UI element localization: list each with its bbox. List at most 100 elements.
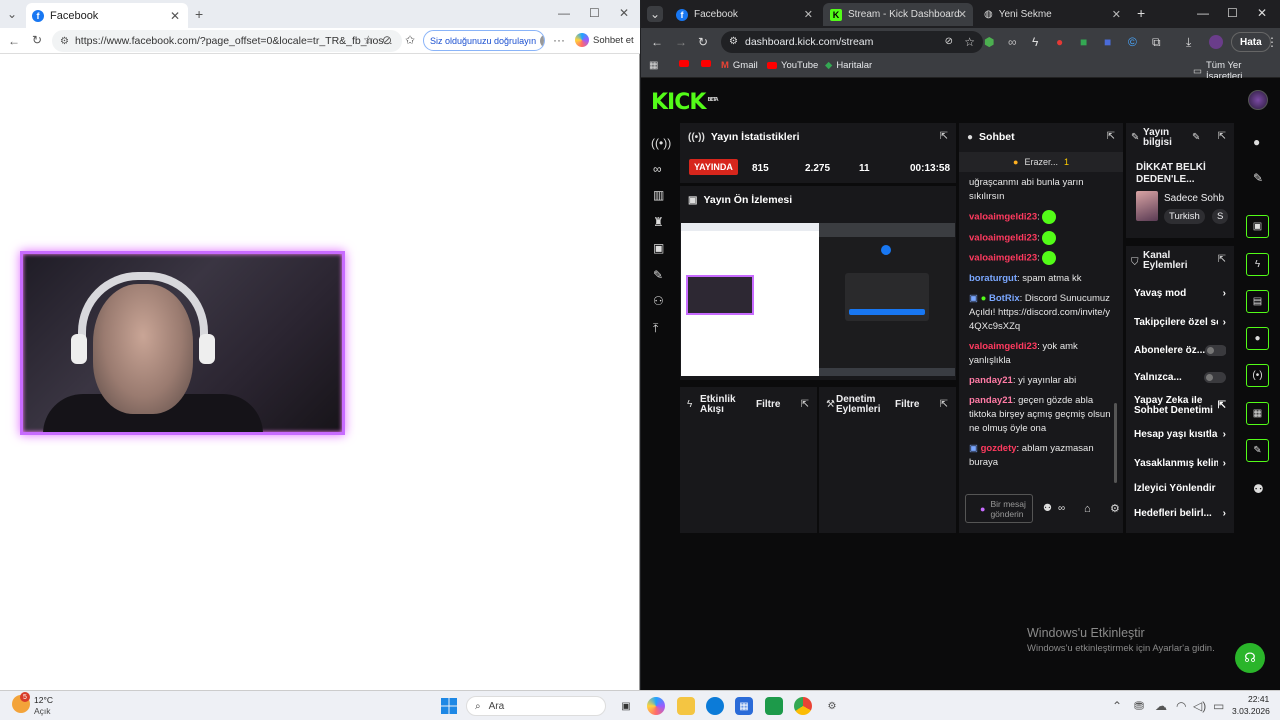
- bookmark-yt-1[interactable]: [679, 60, 689, 67]
- close-tab-icon[interactable]: ✕: [170, 9, 180, 23]
- tray-overflow-icon[interactable]: ⌃: [1112, 699, 1122, 713]
- clock-date[interactable]: 3.03.2026: [1232, 706, 1270, 716]
- taskbar-search[interactable]: ⌕ Ara: [466, 696, 606, 716]
- minimize-icon[interactable]: —: [558, 6, 570, 20]
- address-bar[interactable]: ⚙ https://www.facebook.com/?page_offset=…: [52, 30, 402, 52]
- extension-c-icon[interactable]: ©: [1128, 35, 1137, 49]
- extension-shield-icon[interactable]: ⬢: [984, 35, 994, 49]
- more-icon[interactable]: ···: [553, 33, 565, 47]
- trophy-icon[interactable]: ♜: [653, 215, 664, 229]
- address-bar[interactable]: ⚙ dashboard.kick.com/stream ⊘ ☆: [721, 31, 983, 53]
- back-icon[interactable]: ←: [8, 34, 20, 48]
- store-icon[interactable]: ▦: [735, 697, 753, 715]
- forward-icon[interactable]: →: [675, 35, 687, 49]
- popout-icon[interactable]: ⇱: [1107, 131, 1115, 142]
- tab-facebook[interactable]: f Facebook ✕: [669, 3, 819, 26]
- tab-kick-dashboard[interactable]: K Stream - Kick Dashboard ✕: [823, 3, 973, 26]
- activity-toggle-button[interactable]: ϟ: [1246, 253, 1269, 276]
- new-tab-icon[interactable]: +: [1137, 5, 1145, 21]
- wrench-icon[interactable]: ✎: [653, 268, 663, 282]
- popout-icon[interactable]: ⇱: [801, 399, 809, 410]
- chat-username[interactable]: BotRix: [989, 293, 1020, 304]
- extension-glasses-icon[interactable]: ∞: [1008, 35, 1017, 49]
- battery-icon[interactable]: ▭: [1213, 699, 1224, 713]
- extension-red-icon[interactable]: ●: [1056, 35, 1063, 49]
- popout-icon[interactable]: ⇱: [940, 399, 948, 410]
- analytics-icon[interactable]: ▥: [653, 188, 664, 202]
- link-icon[interactable]: ∞: [653, 162, 662, 176]
- error-button[interactable]: Hata: [1231, 32, 1271, 52]
- users-icon[interactable]: ⚇: [653, 294, 664, 308]
- favorites-icon[interactable]: ✩: [405, 33, 415, 47]
- set-goals-row[interactable]: Hedefleri belirl... ›: [1134, 508, 1226, 519]
- chrome-icon[interactable]: [794, 697, 812, 715]
- filter-button[interactable]: Filtre: [895, 399, 919, 410]
- verify-identity-button[interactable]: Siz olduğunuzu doğrulayın: [423, 30, 545, 51]
- link-icon[interactable]: ∞: [1058, 503, 1065, 514]
- tracking-icon[interactable]: ⊘: [382, 33, 392, 47]
- chat-username[interactable]: gozdety: [981, 443, 1017, 454]
- chat-username[interactable]: valoaimgeldi23: [969, 232, 1037, 243]
- popout-icon[interactable]: ⇱: [1218, 254, 1226, 265]
- start-button[interactable]: [440, 697, 458, 715]
- bookmark-youtube[interactable]: YouTube: [767, 60, 818, 71]
- stream-icon[interactable]: ((•)): [651, 136, 671, 150]
- chat-username[interactable]: valoaimgeldi23: [969, 253, 1037, 264]
- pencil-icon[interactable]: ✎: [1253, 171, 1263, 185]
- tray-cloud-icon[interactable]: ☁: [1155, 699, 1167, 713]
- preview-toggle-button[interactable]: ▣: [1246, 215, 1269, 238]
- chat-input[interactable]: ● Bir mesaj gönderin: [965, 494, 1033, 523]
- notes-toggle-button[interactable]: ▤: [1246, 290, 1269, 313]
- only-row[interactable]: Yalnızca...: [1134, 372, 1226, 383]
- chat-username[interactable]: panday21: [969, 395, 1013, 406]
- filter-button[interactable]: Filtre: [756, 399, 780, 410]
- eye-off-icon[interactable]: ⊘: [945, 36, 953, 47]
- maximize-icon[interactable]: ☐: [1227, 6, 1238, 20]
- extensions-puzzle-icon[interactable]: ⧉: [1152, 35, 1161, 50]
- ai-moderation-row[interactable]: Yapay Zeka ile Sohbet Denetimi ⇱: [1134, 396, 1226, 416]
- chat-username[interactable]: panday21: [969, 375, 1013, 386]
- settings-gear-icon[interactable]: ⚙: [1110, 502, 1120, 515]
- file-explorer-icon[interactable]: [677, 697, 695, 715]
- tab-facebook[interactable]: f Facebook ✕: [26, 3, 188, 28]
- chat-username[interactable]: valoaimgeldi23: [969, 341, 1037, 352]
- slow-mode-row[interactable]: Yavaş mod ›: [1134, 288, 1226, 299]
- bookmark-maps[interactable]: ◆ Haritalar: [825, 60, 872, 71]
- maximize-icon[interactable]: ☐: [589, 6, 600, 20]
- mic-icon[interactable]: ●: [980, 504, 985, 514]
- download-icon[interactable]: ⤓: [1186, 35, 1191, 50]
- copilot-icon[interactable]: [647, 697, 665, 715]
- user-avatar[interactable]: [1248, 90, 1268, 110]
- wifi-icon[interactable]: ◠: [1176, 699, 1186, 713]
- bookmark-yt-2[interactable]: [701, 60, 711, 67]
- bots-icon[interactable]: ⚉: [1253, 482, 1264, 496]
- support-chat-button[interactable]: ☊: [1235, 643, 1265, 673]
- close-tab-icon[interactable]: ✕: [1112, 8, 1121, 21]
- chat-username[interactable]: boraturgut: [969, 273, 1017, 284]
- extension-green-icon[interactable]: ■: [1080, 35, 1087, 49]
- info-circle-icon[interactable]: ●: [1253, 135, 1260, 149]
- site-info-icon[interactable]: ⚙: [60, 36, 69, 47]
- extension-blue-icon[interactable]: ■: [1104, 35, 1111, 49]
- account-age-row[interactable]: Hesap yaşı kısıtla ›: [1134, 429, 1226, 440]
- edge-icon[interactable]: [706, 697, 724, 715]
- tab-search-icon[interactable]: ⌄: [647, 6, 663, 22]
- reload-icon[interactable]: ↻: [32, 33, 42, 47]
- close-tab-icon[interactable]: ✕: [958, 8, 967, 21]
- app-green-icon[interactable]: [765, 697, 783, 715]
- popout-icon[interactable]: ⇱: [1218, 131, 1226, 142]
- new-tab-icon[interactable]: +: [195, 6, 203, 22]
- subscribers-only-row[interactable]: Abonelere öz...: [1134, 345, 1226, 356]
- close-window-icon[interactable]: ✕: [619, 6, 629, 20]
- menu-dots-icon[interactable]: ⋮: [1266, 35, 1278, 49]
- tab-new[interactable]: ◍ Yeni Sekme ✕: [977, 3, 1127, 26]
- chat-toggle-button[interactable]: ●: [1246, 327, 1269, 350]
- pinned-bar[interactable]: ● Erazer... 1: [959, 152, 1123, 172]
- gift-icon[interactable]: ⌂: [1084, 503, 1091, 515]
- only-toggle[interactable]: [1204, 372, 1226, 383]
- volume-icon[interactable]: ◁): [1193, 699, 1206, 713]
- tray-app-icon[interactable]: ⛃: [1134, 699, 1144, 713]
- close-tab-icon[interactable]: ✕: [804, 8, 813, 21]
- kick-logo[interactable]: KICK BETA: [651, 90, 719, 115]
- tools-toggle-button[interactable]: ✎: [1246, 439, 1269, 462]
